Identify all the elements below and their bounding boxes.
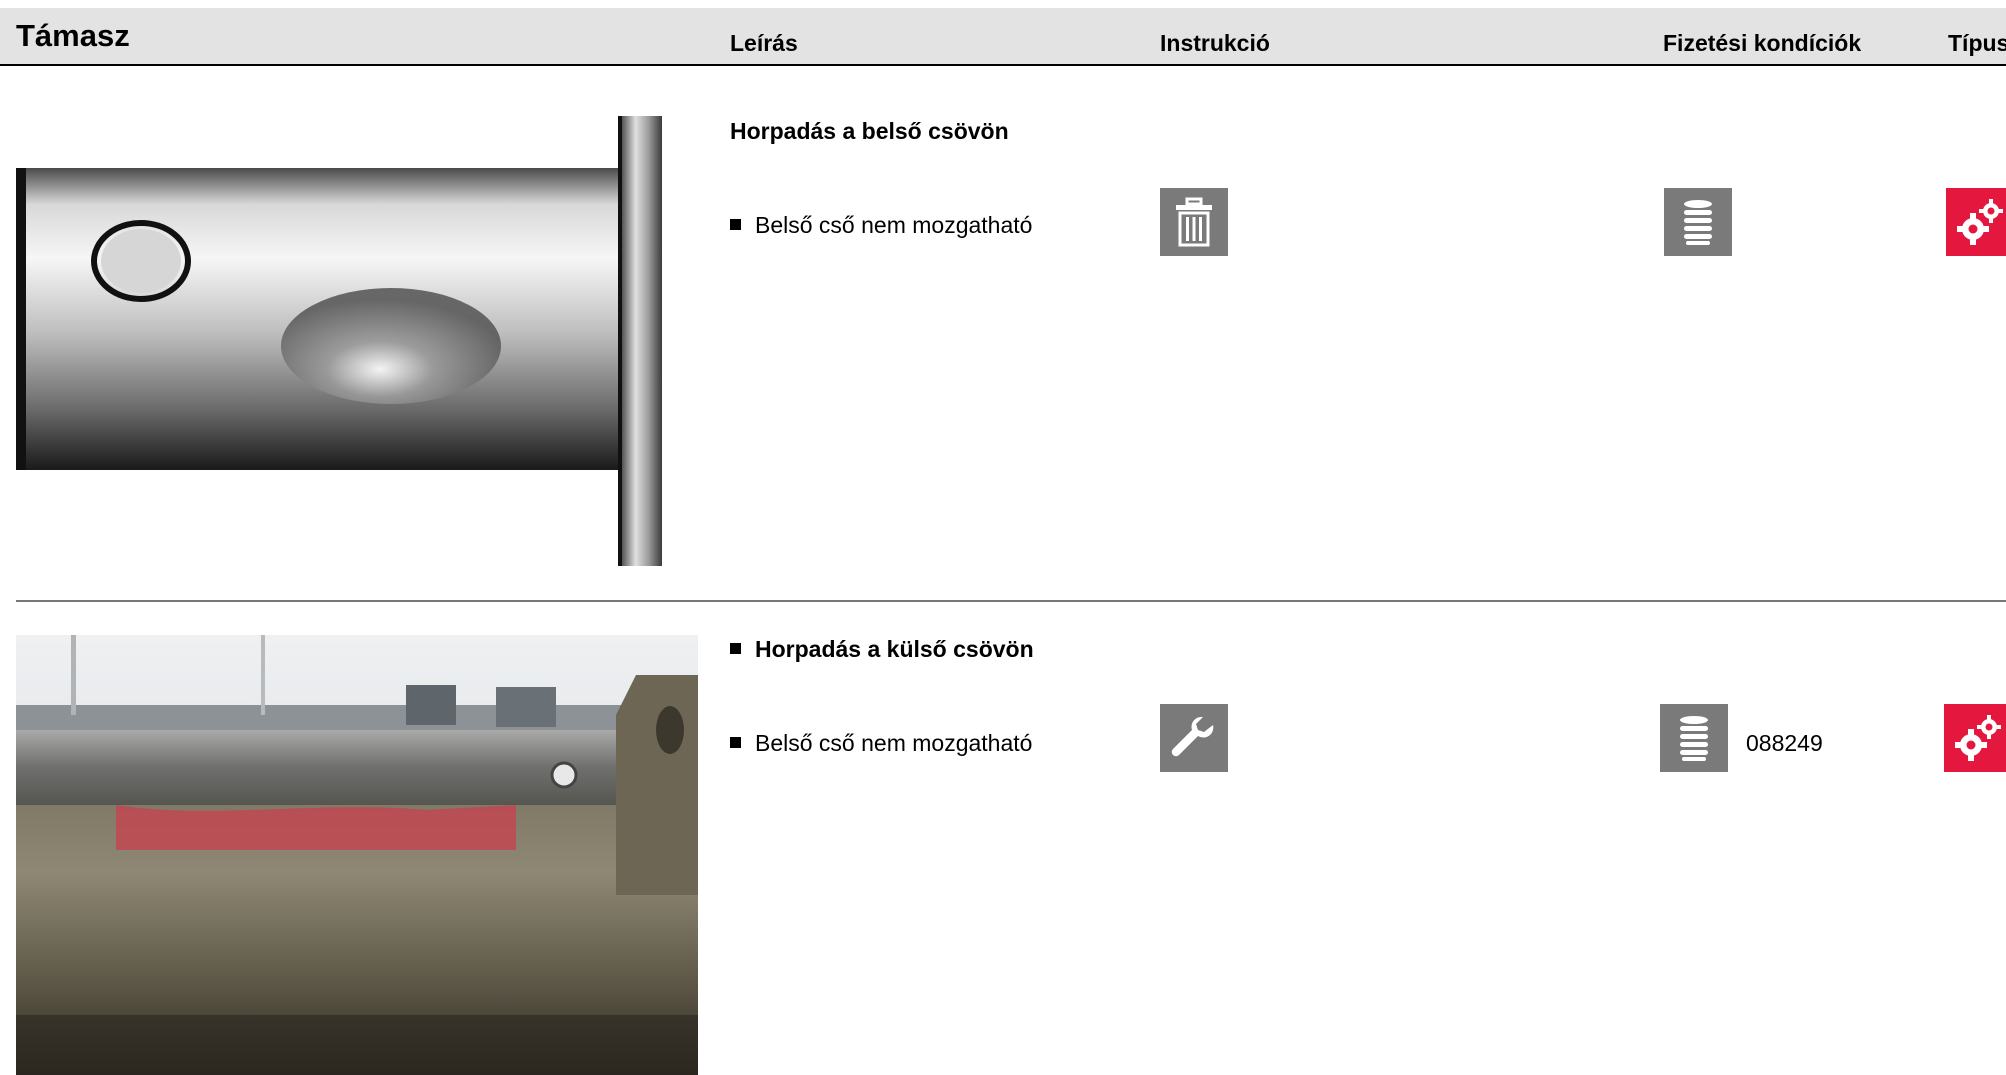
- page-title: Támasz: [16, 18, 130, 53]
- payment-code: 088249: [1746, 730, 1823, 756]
- gears-icon[interactable]: [1946, 188, 2006, 256]
- column-header-instruction: Instrukció: [1160, 30, 1270, 56]
- row-1-title: Horpadás a belső csövön: [730, 118, 1009, 144]
- column-header-payment: Fizetési kondíciók: [1663, 30, 1862, 56]
- dented-outer-tube-photo: [16, 635, 698, 1075]
- row-divider: [16, 600, 2006, 602]
- bullet-marker: [730, 737, 741, 748]
- wrench-icon[interactable]: [1160, 704, 1228, 772]
- column-header-type: Típus: [1948, 30, 2006, 56]
- bullet-marker: [730, 219, 741, 230]
- coin-stack-icon[interactable]: [1664, 188, 1732, 256]
- row-1-item: Belső cső nem mozgatható: [730, 212, 1032, 239]
- row-2-title: Horpadás a külső csövön: [730, 636, 1034, 663]
- dented-inner-tube-image: [16, 116, 688, 566]
- row-2-item: Belső cső nem mozgatható: [730, 730, 1032, 757]
- trash-icon[interactable]: [1160, 188, 1228, 256]
- column-header-description: Leírás: [730, 30, 798, 56]
- row-2-title-label: Horpadás a külső csövön: [755, 636, 1034, 662]
- bullet-marker: [730, 643, 741, 654]
- row-1-item-label: Belső cső nem mozgatható: [755, 212, 1033, 238]
- table-header: Támasz Leírás Instrukció Fizetési kondíc…: [0, 8, 2006, 66]
- row-2-item-label: Belső cső nem mozgatható: [755, 730, 1033, 756]
- gears-icon[interactable]: [1944, 704, 2006, 772]
- coin-stack-icon[interactable]: [1660, 704, 1728, 772]
